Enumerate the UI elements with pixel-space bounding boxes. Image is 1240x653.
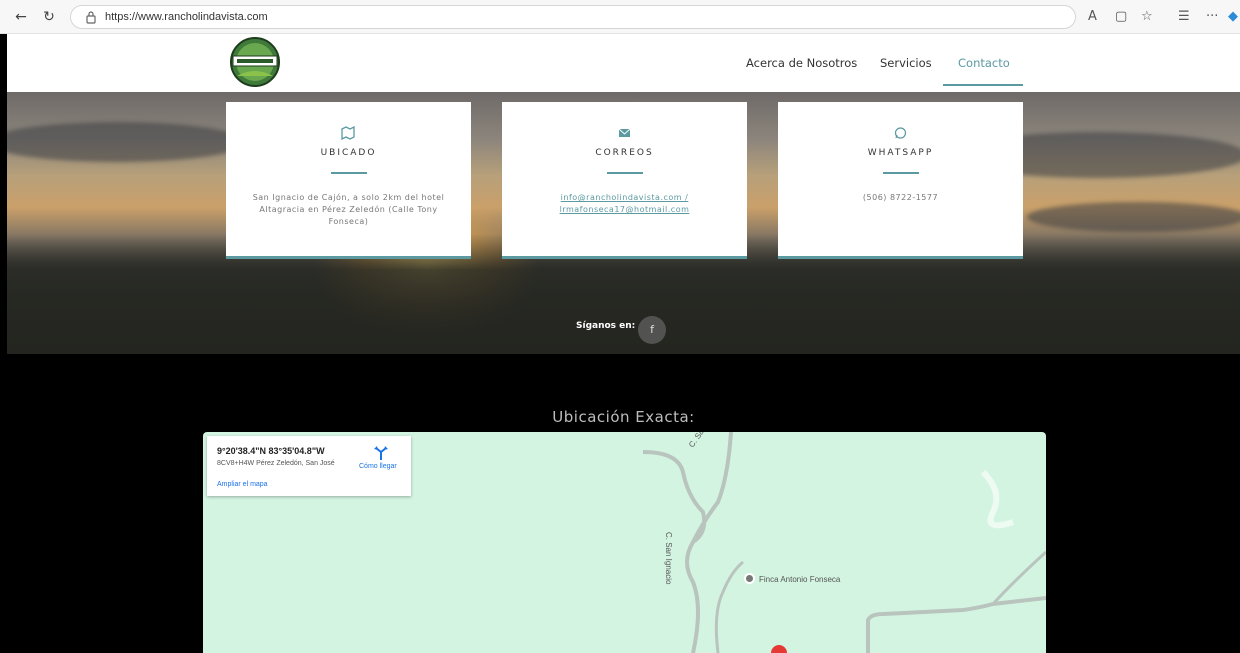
reader-view-icon[interactable]: ▢ [1115, 8, 1127, 26]
nav-acerca[interactable]: Acerca de Nosotros [746, 56, 857, 70]
favorite-star-icon[interactable]: ☆ [1141, 8, 1153, 26]
contact-card-correos: CORREOS info@rancholindavista.com / lrma… [502, 102, 747, 259]
map-section: Ubicación Exacta: 9°20'38.4"N 83°35'04.8… [7, 354, 1240, 653]
card-body: (506) 8722-1577 [862, 193, 939, 202]
nav-contacto[interactable]: Contacto [958, 56, 1010, 70]
poi-marker-icon[interactable] [744, 573, 755, 584]
card-divider [883, 172, 919, 174]
card-title: CORREOS [595, 148, 654, 158]
map-heading: Ubicación Exacta: [552, 408, 695, 426]
embedded-map[interactable]: 9°20'38.4"N 83°35'04.8"W 8CV8+H4W Pérez … [203, 432, 1046, 653]
directions-link[interactable]: Cómo llegar [359, 463, 397, 470]
cloud-shape [1027, 202, 1240, 232]
favorites-list-icon[interactable]: ☰ [1178, 8, 1190, 26]
email-link[interactable]: info@rancholindavista.com / lrmafonseca1… [560, 193, 690, 214]
more-menu-icon[interactable]: ··· [1206, 8, 1218, 26]
refresh-icon[interactable]: ↻ [40, 8, 58, 26]
hero-sunset-background: UBICADO San Ignacio de Cajón, a solo 2km… [7, 92, 1240, 354]
map-coordinates: 9°20'38.4"N 83°35'04.8"W [217, 446, 325, 456]
directions-icon[interactable] [374, 446, 388, 460]
whatsapp-icon [894, 127, 907, 139]
card-title: UBICADO [320, 148, 377, 158]
map-info-card: 9°20'38.4"N 83°35'04.8"W 8CV8+H4W Pérez … [207, 436, 411, 496]
url-text: https://www.rancholindavista.com [105, 11, 268, 23]
site-header: Acerca de Nosotros Servicios Contacto [7, 34, 1240, 92]
copilot-icon[interactable]: ◆ [1228, 8, 1238, 26]
lindavista-logo[interactable] [227, 36, 283, 88]
cloud-shape [7, 122, 247, 162]
facebook-icon[interactable]: f [638, 316, 666, 344]
contact-card-whatsapp: WHATSAPP (506) 8722-1577 [778, 102, 1023, 259]
poi-label[interactable]: Finca Antonio Fonseca [759, 575, 840, 584]
card-divider [331, 172, 367, 174]
card-title: WHATSAPP [867, 148, 934, 158]
card-body: San Ignacio de Cajón, a solo 2km del hot… [252, 193, 445, 226]
map-icon [341, 126, 355, 140]
read-aloud-icon[interactable]: A [1088, 8, 1097, 26]
nav-servicios[interactable]: Servicios [880, 56, 932, 70]
contact-card-ubicado: UBICADO San Ignacio de Cajón, a solo 2km… [226, 102, 471, 259]
active-nav-indicator [943, 84, 1023, 86]
back-arrow-icon[interactable]: ← [12, 8, 30, 26]
browser-toolbar: ← ↻ https://www.rancholindavista.com A ▢… [0, 0, 1240, 34]
envelope-icon [618, 128, 631, 137]
map-pluscode: 8CV8+H4W Pérez Zeledón, San José [217, 460, 335, 467]
card-body: info@rancholindavista.com / lrmafonseca1… [518, 192, 731, 216]
enlarge-map-link[interactable]: Ampliar el mapa [217, 481, 268, 488]
road-label: C. San Ignacio [664, 532, 673, 585]
card-divider [607, 172, 643, 174]
address-bar[interactable]: https://www.rancholindavista.com [70, 5, 1076, 29]
lock-icon [86, 11, 96, 24]
follow-us-label: Síganos en: [576, 321, 636, 331]
